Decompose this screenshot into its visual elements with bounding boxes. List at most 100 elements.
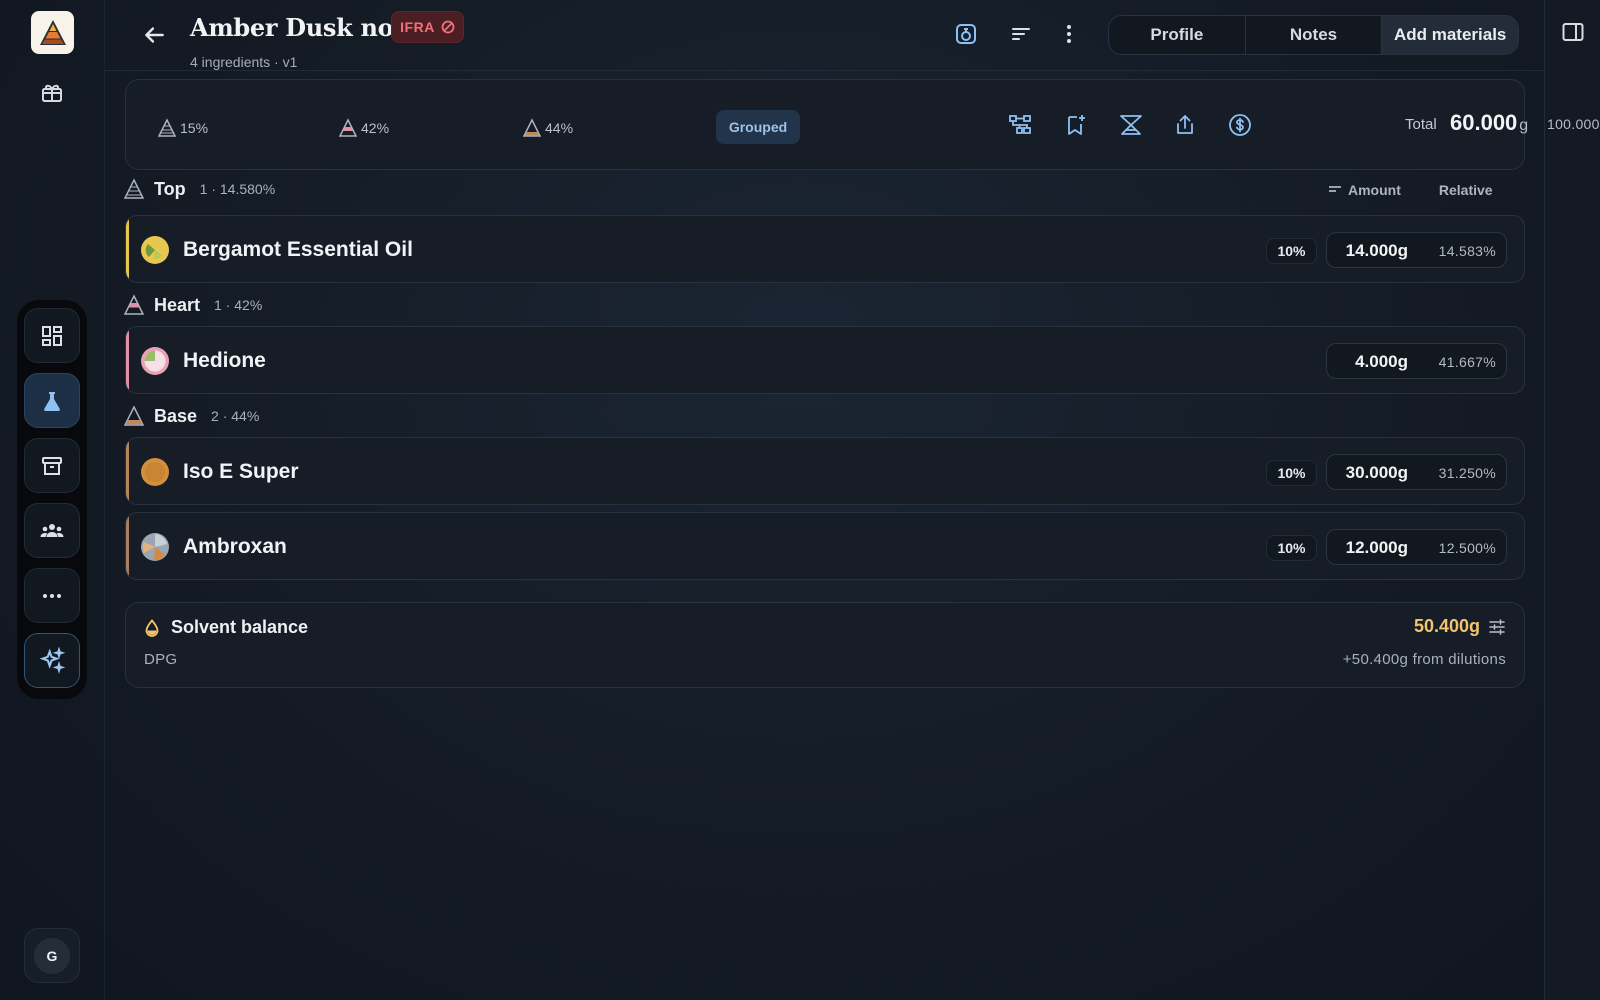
accord-button[interactable] xyxy=(1118,113,1142,137)
ingredient-name: Iso E Super xyxy=(183,460,299,483)
bookmark-add-button[interactable] xyxy=(1063,113,1087,137)
amount-value: 4.000g xyxy=(1355,352,1408,371)
adjust-icon[interactable] xyxy=(1488,618,1506,636)
floral-icon xyxy=(141,347,169,375)
relative-value: 12.500% xyxy=(1438,540,1496,556)
prohibited-icon xyxy=(441,20,455,34)
share-icon xyxy=(1177,115,1193,134)
pyramid-heart-icon xyxy=(338,118,358,137)
perfume-bottle-button[interactable] xyxy=(954,22,978,46)
relative-value: 41.667% xyxy=(1438,354,1496,370)
amount-value: 30.000g xyxy=(1345,463,1408,482)
pyramid-icon xyxy=(124,294,144,315)
ingredient-row[interactable]: Ambroxan 10% 12.000g 12.500% xyxy=(125,512,1525,580)
back-button[interactable] xyxy=(141,22,167,48)
ingredient-name: Bergamot Essential Oil xyxy=(183,238,413,261)
solvent-title: Solvent balance xyxy=(171,617,309,637)
ifra-status-badge[interactable]: IFRA xyxy=(391,11,464,43)
pyramid-base-icon xyxy=(522,118,542,137)
header-divider xyxy=(105,70,1544,71)
nav-community[interactable] xyxy=(24,503,80,558)
bookmark-add-icon xyxy=(1068,115,1085,135)
drop-icon xyxy=(145,619,159,637)
hierarchy-button[interactable] xyxy=(1008,113,1032,137)
top-tier-percent: 15% xyxy=(180,120,209,136)
dilution-badge[interactable]: 10% xyxy=(1266,238,1317,264)
dashboard-icon xyxy=(42,325,62,346)
base-tier-percent: 44% xyxy=(545,120,574,136)
accord-funnel-icon xyxy=(1120,115,1142,135)
dollar-circle-icon xyxy=(1229,114,1251,136)
group-icon xyxy=(40,523,64,537)
section-meta: 2 · 44% xyxy=(211,408,260,424)
user-avatar-button[interactable]: G xyxy=(24,928,80,983)
amount-value: 14.000g xyxy=(1345,241,1408,260)
relative-value: 31.250% xyxy=(1438,465,1496,481)
tab-add-materials[interactable]: Add materials xyxy=(1382,16,1518,54)
section-name: Heart xyxy=(154,294,201,315)
dilution-badge[interactable]: 10% xyxy=(1266,460,1317,486)
flask-icon xyxy=(44,391,60,411)
total-percent: 100.000% xyxy=(1547,116,1600,132)
ingredient-row[interactable]: Hedione 4.000g 41.667% xyxy=(125,326,1525,394)
relative-column-header[interactable]: Relative xyxy=(1439,182,1493,198)
accent-bar xyxy=(126,513,129,579)
solvent-value: 50.400g xyxy=(1413,616,1480,636)
column-headers: Amount Relative xyxy=(1328,182,1493,198)
pyramid-icon xyxy=(124,178,144,199)
more-options-button[interactable] xyxy=(1057,22,1081,46)
sparkles-icon xyxy=(39,646,66,674)
pyramid-icon xyxy=(124,405,144,426)
right-side-panel xyxy=(1544,0,1600,1000)
avatar: G xyxy=(34,937,70,974)
sort-button[interactable] xyxy=(1009,22,1033,46)
nav-inventory[interactable] xyxy=(24,438,80,493)
amount-field[interactable]: 4.000g 41.667% xyxy=(1326,343,1507,379)
dilution-badge[interactable]: 10% xyxy=(1266,535,1317,561)
app-logo[interactable] xyxy=(31,11,74,54)
ingredient-name: Hedione xyxy=(183,349,266,372)
grouped-toggle[interactable]: Grouped xyxy=(716,110,800,144)
toggle-side-panel-icon[interactable] xyxy=(1562,22,1584,42)
citrus-icon xyxy=(141,236,169,264)
amount-column-header[interactable]: Amount xyxy=(1348,182,1401,198)
accent-bar xyxy=(126,216,129,282)
gift-icon[interactable] xyxy=(40,80,64,104)
heart-tier-stat: 42% xyxy=(338,118,389,138)
sort-amount-icon[interactable] xyxy=(1328,185,1342,195)
nav-more[interactable] xyxy=(24,568,80,623)
tab-profile[interactable]: Profile xyxy=(1109,16,1246,54)
solvent-balance-card[interactable]: Solvent balance DPG 50.400g +50.400g fro… xyxy=(125,602,1525,688)
formula-subtitle: 4 ingredients · v1 xyxy=(190,54,298,70)
pyramid-logo-icon xyxy=(39,19,66,45)
perfume-bottle-icon xyxy=(956,24,976,44)
nav-formulas[interactable] xyxy=(24,373,80,428)
nav-ai-assistant[interactable] xyxy=(24,633,80,688)
cost-button[interactable] xyxy=(1228,113,1252,137)
total-unit: g xyxy=(1519,117,1529,134)
total-weight: 60.000 g xyxy=(1450,110,1528,136)
ingredient-row[interactable]: Iso E Super 10% 30.000g 31.250% xyxy=(125,437,1525,505)
ifra-badge-label: IFRA xyxy=(400,19,435,35)
share-button[interactable] xyxy=(1173,113,1197,137)
arrow-left-icon xyxy=(145,27,164,43)
section-meta: 1 · 42% xyxy=(214,297,263,313)
base-tier-stat: 44% xyxy=(522,118,573,138)
pyramid-top-icon xyxy=(157,118,177,137)
accent-bar xyxy=(126,438,129,504)
amount-field[interactable]: 12.000g 12.500% xyxy=(1326,529,1507,565)
amount-field[interactable]: 14.000g 14.583% xyxy=(1326,232,1507,268)
view-tabs: Profile Notes Add materials xyxy=(1108,15,1519,55)
tab-notes[interactable]: Notes xyxy=(1246,16,1383,54)
nav-dashboard[interactable] xyxy=(24,308,80,363)
solvent-name: DPG xyxy=(144,651,178,668)
amount-field[interactable]: 30.000g 31.250% xyxy=(1326,454,1507,490)
formula-summary-card: 15% 42% 44% Grouped Total 60.000 g 100.0… xyxy=(125,79,1600,170)
section-header-top: Top 1 · 14.580% xyxy=(124,178,275,200)
section-header-heart: Heart 1 · 42% xyxy=(124,294,262,316)
ingredient-row[interactable]: Bergamot Essential Oil 10% 14.000g 14.58… xyxy=(125,215,1525,283)
app-navigation-rail xyxy=(17,300,87,699)
accent-bar xyxy=(126,327,129,393)
rail-divider xyxy=(104,0,105,1000)
total-label: Total xyxy=(1405,116,1437,133)
